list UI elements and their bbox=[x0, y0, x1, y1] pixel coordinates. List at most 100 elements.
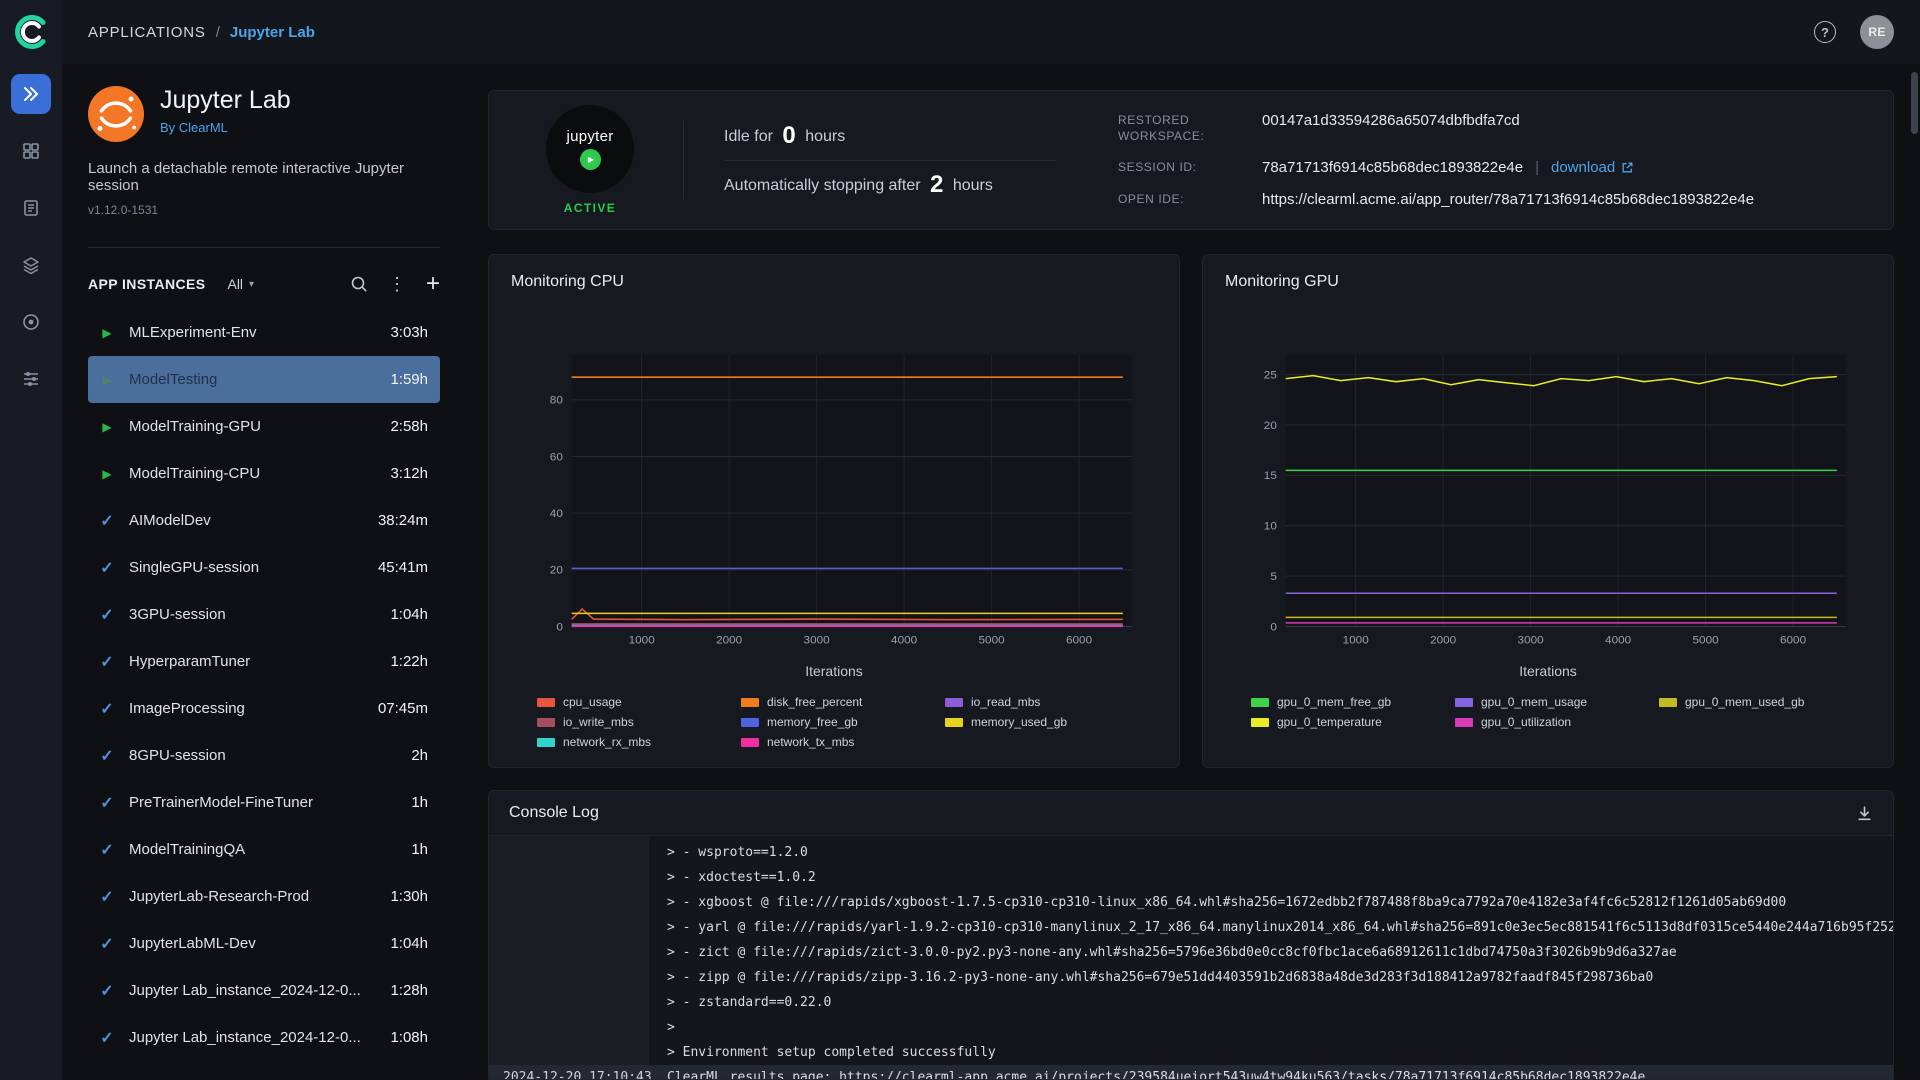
svg-text:80: 80 bbox=[550, 394, 563, 407]
legend-label: network_tx_mbs bbox=[767, 735, 855, 749]
open-ide-label: OPEN IDE: bbox=[1118, 192, 1185, 207]
legend-item[interactable]: gpu_0_utilization bbox=[1455, 715, 1641, 729]
instance-row[interactable]: ✓ 8GPU-session 2h bbox=[88, 732, 440, 779]
legend-item[interactable]: network_rx_mbs bbox=[537, 735, 723, 749]
instance-duration: 1:08h bbox=[390, 1029, 428, 1046]
instance-row[interactable]: ✓ AIModelDev 38:24m bbox=[88, 497, 440, 544]
legend-item[interactable]: gpu_0_mem_usage bbox=[1455, 695, 1641, 709]
log-text: ClearML results page: https://clearml-ap… bbox=[667, 1070, 1646, 1079]
legend-item[interactable]: memory_free_gb bbox=[741, 715, 927, 729]
stop-hours-value: 2 bbox=[930, 170, 944, 198]
legend-item[interactable]: disk_free_percent bbox=[741, 695, 927, 709]
search-icon bbox=[351, 276, 367, 292]
svg-text:20: 20 bbox=[550, 564, 563, 577]
chart-title: Monitoring CPU bbox=[511, 273, 624, 290]
log-timestamp: 2024-12-20 17:10:43 bbox=[503, 1070, 652, 1079]
log-timestamp bbox=[489, 940, 649, 965]
completed-status-icon: ✓ bbox=[100, 794, 114, 812]
download-link[interactable]: download bbox=[1551, 159, 1634, 176]
clearml-logo-icon bbox=[15, 15, 46, 49]
download-log-button[interactable] bbox=[1856, 805, 1873, 822]
console-log-card: Console Log > - wsproto==1.2.0 > - xdocte… bbox=[488, 790, 1894, 1080]
instance-row[interactable]: ✓ JupyterLab-Research-Prod 1:30h bbox=[88, 873, 440, 920]
legend-swatch bbox=[1251, 697, 1269, 707]
more-options-button[interactable]: ⋮ bbox=[388, 275, 406, 293]
instance-name: ModelTrainingQA bbox=[129, 841, 246, 858]
nav-datasets[interactable] bbox=[11, 245, 51, 285]
log-text: > bbox=[667, 1020, 675, 1035]
app-publisher-link[interactable]: By ClearML bbox=[160, 120, 228, 135]
log-text: > - zict @ file:///rapids/zict-3.0.0-py2… bbox=[667, 945, 1677, 960]
nav-projects[interactable] bbox=[11, 131, 51, 171]
svg-text:60: 60 bbox=[550, 450, 563, 463]
instance-duration: 1:04h bbox=[390, 606, 428, 623]
svg-text:5000: 5000 bbox=[1693, 634, 1719, 647]
instance-duration: 07:45m bbox=[377, 700, 428, 717]
legend-swatch bbox=[741, 717, 759, 727]
instance-row[interactable]: ✓ ModelTrainingQA 1h bbox=[88, 826, 440, 873]
log-text: > - zipp @ file:///rapids/zipp-3.16.2-py… bbox=[667, 970, 1654, 985]
svg-text:1000: 1000 bbox=[1343, 634, 1369, 647]
idle-suffix: hours bbox=[805, 127, 846, 145]
reports-icon bbox=[24, 200, 38, 216]
panel-divider bbox=[88, 247, 440, 248]
legend-item[interactable]: io_write_mbs bbox=[537, 715, 723, 729]
session-id-row: 78a71713f6914c85b68dec1893822e4e | downl… bbox=[1262, 159, 1849, 176]
session-details: RESTORED WORKSPACE: 00147a1d33594286a650… bbox=[1118, 112, 1849, 208]
breadcrumb-applications[interactable]: APPLICATIONS bbox=[88, 24, 206, 41]
legend-item[interactable]: gpu_0_mem_used_gb bbox=[1659, 695, 1845, 709]
instance-row[interactable]: ✓ ImageProcessing 07:45m bbox=[88, 685, 440, 732]
instance-row[interactable]: ✓ 3GPU-session 1:04h bbox=[88, 591, 440, 638]
instance-row[interactable]: ▶ ModelTraining-GPU 2:58h bbox=[88, 403, 440, 450]
page-scrollbar-thumb[interactable] bbox=[1911, 72, 1918, 134]
instance-duration: 1h bbox=[411, 841, 428, 858]
running-status-icon: ▶ bbox=[102, 419, 112, 434]
nav-applications[interactable] bbox=[11, 74, 51, 114]
completed-status-icon: ✓ bbox=[100, 606, 114, 624]
user-avatar[interactable]: RE bbox=[1860, 15, 1894, 49]
legend-swatch bbox=[1659, 697, 1677, 707]
instance-row[interactable]: ▶ ModelTraining-CPU 3:12h bbox=[88, 450, 440, 497]
instances-filter-dropdown[interactable]: All ▾ bbox=[227, 276, 254, 292]
instance-row[interactable]: ✓ Jupyter Lab_instance_2024-12-0... 1:08h bbox=[88, 1014, 440, 1061]
instance-row[interactable]: ✓ PreTrainerModel-FineTuner 1h bbox=[88, 779, 440, 826]
instance-row[interactable]: ▶ MLExperiment-Env 3:03h bbox=[88, 309, 440, 356]
vertical-divider bbox=[683, 121, 684, 199]
clearml-logo[interactable] bbox=[9, 10, 53, 54]
completed-status-icon: ✓ bbox=[100, 841, 114, 859]
instance-row[interactable]: ✓ Jupyter Lab_instance_2024-12-0... 1:28h bbox=[88, 967, 440, 1014]
nav-orchestration[interactable] bbox=[11, 302, 51, 342]
chevron-down-icon: ▾ bbox=[249, 278, 255, 290]
applications-icon bbox=[24, 87, 38, 101]
nav-reports[interactable] bbox=[11, 188, 51, 228]
legend-label: gpu_0_mem_free_gb bbox=[1277, 695, 1392, 709]
instance-row[interactable]: ✓ SingleGPU-session 45:41m bbox=[88, 544, 440, 591]
instance-name: Jupyter Lab_instance_2024-12-0... bbox=[129, 1029, 361, 1046]
download-icon bbox=[1858, 805, 1871, 820]
instance-row[interactable]: ▶ ModelTesting 1:59h bbox=[88, 356, 440, 403]
instance-name: HyperparamTuner bbox=[129, 653, 251, 670]
legend-item[interactable]: io_read_mbs bbox=[945, 695, 1131, 709]
legend-item[interactable]: network_tx_mbs bbox=[741, 735, 927, 749]
legend-label: io_write_mbs bbox=[563, 715, 634, 729]
running-status-icon: ▶ bbox=[102, 466, 112, 481]
nav-pipelines[interactable] bbox=[11, 359, 51, 399]
legend-item[interactable]: gpu_0_mem_free_gb bbox=[1251, 695, 1437, 709]
legend-item[interactable]: gpu_0_temperature bbox=[1251, 715, 1437, 729]
completed-status-icon: ✓ bbox=[100, 982, 114, 1000]
instance-row[interactable]: ✓ JupyterLabML-Dev 1:04h bbox=[88, 920, 440, 967]
legend-item[interactable]: memory_used_gb bbox=[945, 715, 1131, 729]
instance-duration: 1:04h bbox=[390, 935, 428, 952]
log-timestamp bbox=[489, 840, 649, 865]
search-button[interactable] bbox=[350, 275, 368, 293]
legend-item[interactable]: cpu_usage bbox=[537, 695, 723, 709]
help-button[interactable]: ? bbox=[1814, 21, 1836, 43]
legend-swatch bbox=[1251, 717, 1269, 727]
external-link-icon bbox=[1622, 162, 1633, 173]
add-instance-button[interactable]: + bbox=[426, 272, 440, 296]
console-log-body[interactable]: > - wsproto==1.2.0 > - xdoctest==1.0.2 > -… bbox=[489, 836, 1893, 1079]
instance-duration: 1:59h bbox=[390, 371, 428, 388]
app-panel: Jupyter Lab By ClearML Launch a detachab… bbox=[62, 64, 466, 1080]
open-ide-value: https://clearml.acme.ai/app_router/78a71… bbox=[1262, 191, 1755, 209]
instance-row[interactable]: ✓ HyperparamTuner 1:22h bbox=[88, 638, 440, 685]
